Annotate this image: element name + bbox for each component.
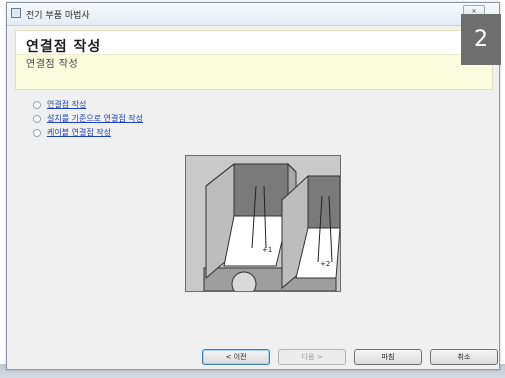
step-link[interactable]: 설치를 기준으로 연결점 작성	[47, 113, 143, 124]
app-icon	[11, 8, 21, 18]
title-bar[interactable]: 전기 부품 마법사 ✕	[7, 3, 499, 26]
finish-button[interactable]: 마침	[354, 349, 422, 365]
step-link[interactable]: 케이블 연결점 작성	[47, 127, 111, 138]
back-button[interactable]: < 이전	[202, 349, 270, 365]
page-subtitle: 연결점 작성	[26, 59, 79, 70]
header-title-bar: 연결점 작성	[16, 31, 492, 55]
wizard-window: 전기 부품 마법사 ✕ 연결점 작성 연결점 작성 연결점 작성 설치를 기준으…	[6, 2, 500, 370]
radio-button[interactable]	[33, 114, 41, 123]
radio-button[interactable]	[33, 128, 41, 137]
next-button[interactable]: 다음 >	[278, 349, 346, 365]
cancel-button[interactable]: 취소	[430, 349, 498, 365]
step-item-cable-connection-point[interactable]: 케이블 연결점 작성	[33, 126, 143, 139]
radio-button[interactable]	[33, 100, 41, 109]
svg-text:+1: +1	[262, 246, 272, 254]
header-panel: 연결점 작성 연결점 작성	[15, 30, 493, 90]
wizard-button-row: < 이전 다음 > 마침 취소	[7, 349, 499, 365]
window-title: 전기 부품 마법사	[26, 11, 90, 21]
step-item-create-connection-point[interactable]: 연결점 작성	[33, 98, 143, 111]
step-list: 연결점 작성 설치를 기준으로 연결점 작성 케이블 연결점 작성	[33, 98, 143, 140]
step-link[interactable]: 연결점 작성	[47, 99, 86, 110]
step-item-create-by-installation[interactable]: 설치를 기준으로 연결점 작성	[33, 112, 143, 125]
svg-text:+2: +2	[320, 260, 330, 268]
step-number-badge: 2	[461, 14, 501, 65]
connector-part-drawing: +1 +2	[186, 156, 340, 291]
page-title: 연결점 작성	[26, 39, 102, 55]
connector-illustration: +1 +2	[185, 155, 341, 292]
